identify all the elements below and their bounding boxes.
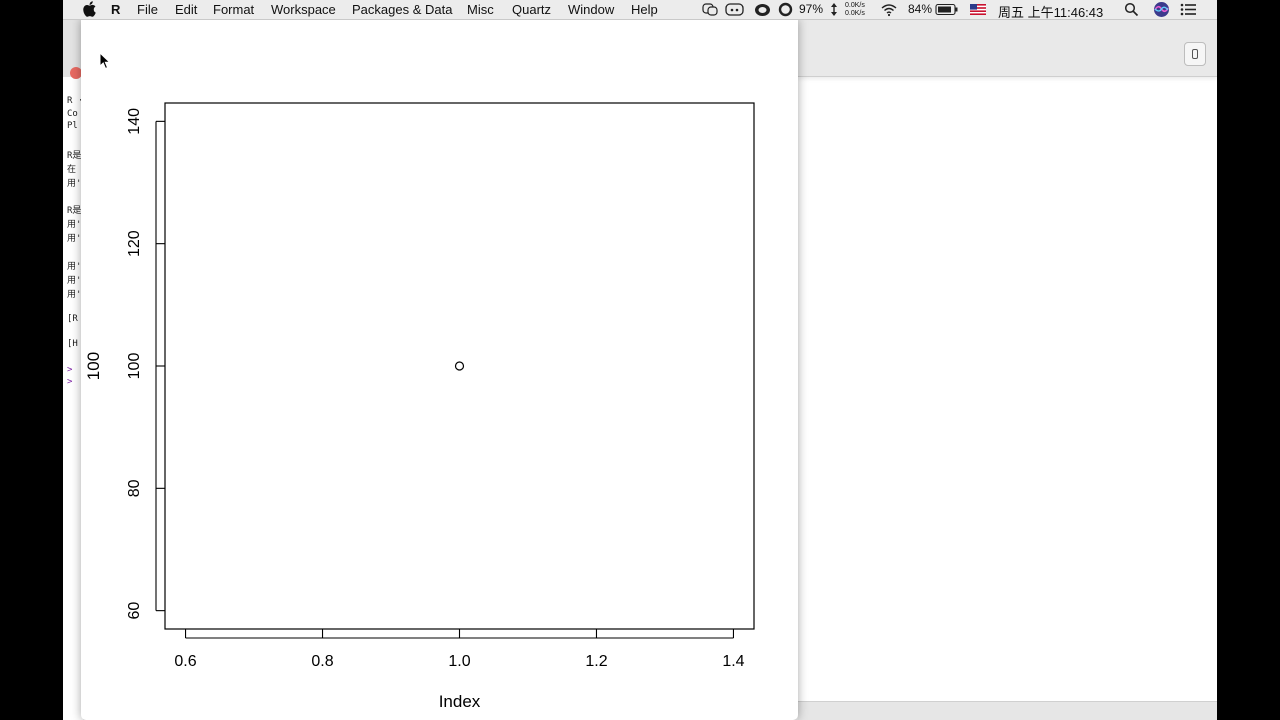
editor-status-bar <box>798 701 1217 720</box>
y-tick-label: 60 <box>126 602 143 620</box>
mouse-cursor-icon <box>99 52 111 70</box>
quartz-plot-window[interactable]: 0.6 0.8 1.0 1.2 1.4 60 80 100 120 140 Index 100 <box>81 19 798 720</box>
r-console-window[interactable]: R · Co Pl R是 在 用' R是 用' 用' 用' 用' 用' [R [… <box>63 19 83 720</box>
x-tick-label: 0.6 <box>174 653 196 670</box>
apple-icon[interactable] <box>83 1 96 17</box>
menu-edit[interactable]: Edit <box>175 2 197 17</box>
y-axis: 60 80 100 120 140 <box>126 108 165 620</box>
menu-app-r[interactable]: R <box>111 2 120 17</box>
menu-help[interactable]: Help <box>631 2 658 17</box>
wifi-icon[interactable] <box>880 2 898 17</box>
x-tick-label: 1.2 <box>585 653 607 670</box>
spotlight-search-icon[interactable] <box>1124 2 1139 17</box>
editor-toolbar <box>798 19 1217 77</box>
creative-cloud-icon[interactable] <box>754 2 771 17</box>
menu-window[interactable]: Window <box>568 2 614 17</box>
net-down-speed: 0.0K/s <box>845 10 865 17</box>
x-axis-label: Index <box>439 692 481 711</box>
us-flag-icon[interactable] <box>970 4 986 15</box>
menu-packages-data[interactable]: Packages & Data <box>352 2 452 17</box>
y-axis-label: 100 <box>84 352 103 380</box>
x-tick-label: 0.8 <box>311 653 333 670</box>
clock[interactable]: 周五 上午11:46:43 <box>998 2 1103 21</box>
cpu-meter-icon[interactable] <box>778 2 793 17</box>
menu-file[interactable]: File <box>137 2 158 17</box>
y-tick-label: 120 <box>126 230 143 257</box>
menu-quartz[interactable]: Quartz <box>512 2 551 17</box>
menu-workspace[interactable]: Workspace <box>271 2 336 17</box>
menu-misc[interactable]: Misc <box>467 2 494 17</box>
display-icon[interactable] <box>725 2 745 17</box>
cpu-percent: 97% <box>799 2 824 16</box>
plot-frame <box>164 102 755 630</box>
x-tick-label: 1.4 <box>722 653 744 670</box>
siri-icon[interactable] <box>1153 1 1170 18</box>
y-tick-label: 100 <box>126 353 143 380</box>
y-tick-label: 80 <box>126 479 143 497</box>
menu-format[interactable]: Format <box>213 2 254 17</box>
battery-percent: 84% <box>908 2 933 16</box>
x-tick-label: 1.0 <box>448 653 470 670</box>
data-points <box>454 361 465 371</box>
y-tick-label: 140 <box>126 108 143 135</box>
data-point <box>454 361 465 371</box>
toolbar-toggle-button[interactable] <box>1184 42 1206 66</box>
battery-icon[interactable] <box>935 3 959 16</box>
messages-icon[interactable] <box>702 2 718 17</box>
menu-bar: R File Edit Format Workspace Packages & … <box>63 0 1217 20</box>
sidebar-icon <box>1192 49 1198 59</box>
editor-window[interactable] <box>798 19 1217 720</box>
network-arrows-icon <box>831 3 837 16</box>
x-axis: 0.6 0.8 1.0 1.2 1.4 <box>174 629 745 670</box>
scatter-plot: 0.6 0.8 1.0 1.2 1.4 60 80 100 120 140 Index 100 <box>84 102 755 711</box>
notification-center-icon[interactable] <box>1180 3 1197 16</box>
net-up-speed: 0.0K/s <box>845 2 865 9</box>
